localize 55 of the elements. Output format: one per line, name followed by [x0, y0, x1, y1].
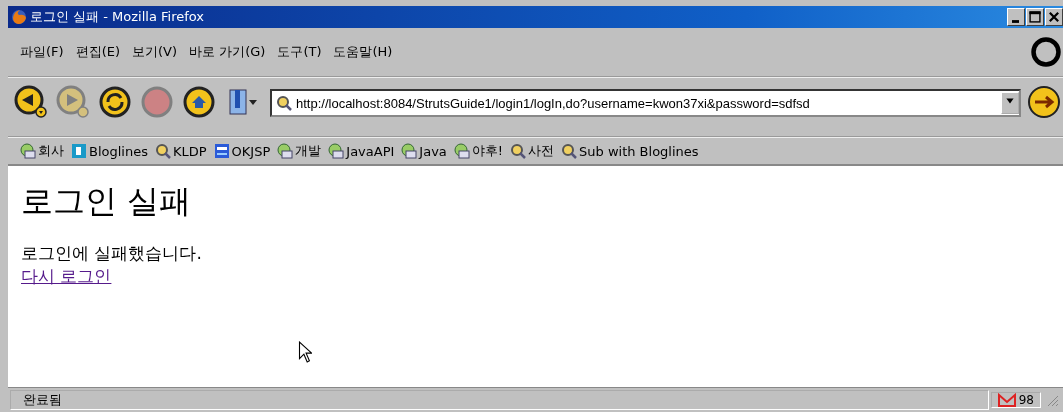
- bookmark-link[interactable]: Java: [419, 143, 447, 159]
- globe-icon: [11, 9, 27, 25]
- menu-item[interactable]: 바로 가기(G): [189, 43, 266, 61]
- bookmark-link[interactable]: 사전: [528, 142, 554, 160]
- stop-icon: [140, 85, 174, 119]
- status-text: 완료됨: [10, 390, 989, 410]
- window-title: 로그인 실패 - Mozilla Firefox: [30, 8, 206, 26]
- square-icon: [71, 143, 87, 159]
- bookmark-link[interactable]: 회사: [38, 142, 64, 160]
- magnifier-icon: [561, 143, 577, 159]
- folder-icon: [328, 143, 345, 159]
- bookmark-link[interactable]: Sub with Bloglines: [579, 143, 699, 159]
- go-circle-icon: [1027, 85, 1061, 119]
- page-heading: 로그인 실패: [21, 181, 193, 222]
- home-icon: [182, 85, 216, 119]
- bookmark-link[interactable]: 개발: [295, 142, 322, 160]
- folder-icon: [453, 143, 470, 159]
- menu-item[interactable]: 파일(F): [20, 43, 64, 61]
- menu-item[interactable]: 도움말(H): [333, 43, 393, 61]
- login-link[interactable]: 다시 로그인: [21, 266, 112, 286]
- mail-icon: [997, 393, 1016, 407]
- menu-item[interactable]: 보기(V): [132, 43, 178, 61]
- minimize-button[interactable]: [1007, 8, 1025, 26]
- bookmark-link[interactable]: OKJSP: [231, 143, 271, 159]
- magnifier-icon: [510, 143, 526, 159]
- back-button[interactable]: [14, 85, 50, 121]
- go-button[interactable]: [1027, 85, 1063, 121]
- ring-icon: [1029, 35, 1063, 69]
- magnifier-icon: [155, 143, 171, 159]
- minimize-icon: [1012, 20, 1019, 23]
- maximize-button[interactable]: [1026, 8, 1044, 26]
- resize-grip-icon: [1045, 393, 1059, 407]
- menu-item[interactable]: 도구(T): [277, 43, 322, 61]
- dropdown-button[interactable]: [1001, 92, 1019, 114]
- folder-icon: [20, 143, 36, 159]
- url-field[interactable]: http://localhost:8084/StrutsGuide1/login1/logIn,do?username=kwon37xi&password=sdfsd: [270, 89, 1021, 117]
- reload-icon: [98, 85, 132, 119]
- folder-icon: [277, 143, 294, 159]
- bookmark-link[interactable]: KLDP: [173, 143, 207, 159]
- back-arrow-icon: [14, 85, 48, 119]
- close-icon: [1047, 10, 1061, 24]
- url-text: http://localhost:8084/StrutsGuide1/login1/logIn,do?username=kwon37xi&password=sdfsd: [296, 95, 811, 111]
- menu-item[interactable]: 편집(E): [75, 43, 120, 61]
- message-text: 로그인에 실패했습니다.: [21, 242, 203, 265]
- bookmark-link[interactable]: Bloglines: [89, 143, 148, 159]
- close-button[interactable]: [1045, 8, 1063, 26]
- maximize-icon: [1028, 10, 1042, 24]
- forward-arrow-icon: [56, 85, 90, 119]
- folder-icon: [401, 143, 418, 159]
- bookmark-link[interactable]: 야후!: [471, 142, 503, 160]
- magnifier-icon: [276, 95, 292, 111]
- cursor-icon: [298, 341, 312, 363]
- mail-count: 98: [1018, 393, 1034, 407]
- square-icon: [213, 143, 230, 159]
- bookmark-link[interactable]: JavaAPI: [346, 143, 395, 159]
